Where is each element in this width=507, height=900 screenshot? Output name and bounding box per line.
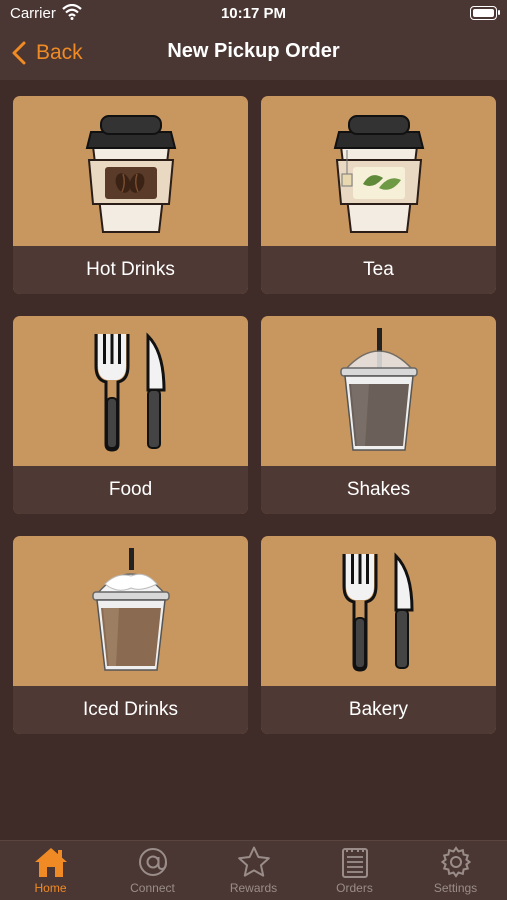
tab-home[interactable]: Home (0, 841, 101, 900)
fork-knife-icon (342, 552, 414, 672)
category-tile-shakes[interactable]: Shakes (261, 316, 496, 514)
tab-orders[interactable]: Orders (304, 841, 405, 900)
tab-bar: Home Connect Rewards Orders Settings (0, 840, 507, 900)
tab-label: Home (34, 881, 67, 895)
category-label: Iced Drinks (13, 686, 248, 734)
navigation-bar: Back New Pickup Order (0, 28, 507, 80)
page-title: New Pickup Order (167, 40, 340, 62)
category-label: Food (13, 466, 248, 514)
category-label: Bakery (261, 686, 496, 734)
tab-rewards[interactable]: Rewards (203, 841, 304, 900)
category-tile-hot-drinks[interactable]: Hot Drinks (13, 96, 248, 294)
category-label: Tea (261, 246, 496, 294)
star-icon (237, 846, 270, 877)
battery-icon (470, 6, 500, 20)
orders-list-icon (341, 848, 368, 878)
category-tile-food[interactable]: Food (13, 316, 248, 514)
category-tile-tea[interactable]: Tea (261, 96, 496, 294)
iced-drink-cup-icon (91, 547, 170, 671)
at-icon (138, 848, 167, 876)
status-time: 10:17 PM (220, 5, 287, 22)
home-icon (34, 848, 67, 877)
shake-cup-icon (339, 327, 418, 451)
tab-connect[interactable]: Connect (102, 841, 203, 900)
tab-label: Rewards (229, 881, 278, 895)
tab-settings[interactable]: Settings (405, 841, 506, 900)
category-tile-iced-drinks[interactable]: Iced Drinks (13, 536, 248, 734)
gear-icon (440, 846, 471, 878)
category-label: Shakes (261, 466, 496, 514)
hot-drink-cup-icon (85, 114, 176, 233)
fork-knife-icon (94, 332, 166, 452)
tab-label: Settings (433, 881, 478, 895)
category-label: Hot Drinks (13, 246, 248, 294)
tab-label: Orders (336, 881, 373, 895)
tea-cup-icon (333, 114, 424, 233)
status-bar: Carrier 10:17 PM (0, 0, 507, 28)
category-grid: Hot Drinks Tea Food Shakes Iced Drinks B… (0, 80, 507, 840)
category-tile-bakery[interactable]: Bakery (261, 536, 496, 734)
tab-label: Connect (130, 881, 175, 895)
